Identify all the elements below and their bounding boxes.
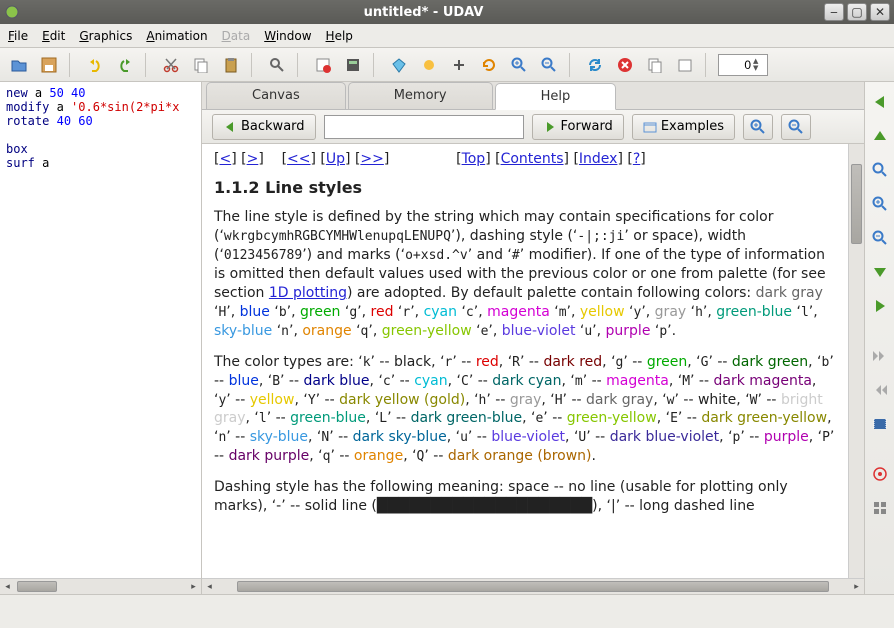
menu-animation[interactable]: Animation bbox=[146, 29, 207, 43]
grid-icon[interactable] bbox=[446, 52, 472, 78]
menu-file[interactable]: File bbox=[8, 29, 28, 43]
save-icon[interactable] bbox=[36, 52, 62, 78]
calc-icon[interactable] bbox=[340, 52, 366, 78]
arrow-down-green-icon[interactable] bbox=[868, 260, 892, 284]
close-button[interactable]: ✕ bbox=[870, 3, 890, 21]
frame-spinbox[interactable]: ▲▼ bbox=[718, 54, 768, 76]
app-icon bbox=[4, 4, 20, 20]
rotate-icon[interactable] bbox=[476, 52, 502, 78]
skip-backward-icon[interactable] bbox=[868, 378, 892, 402]
export-icon[interactable] bbox=[672, 52, 698, 78]
zoom-out-icon[interactable] bbox=[536, 52, 562, 78]
statusbar bbox=[0, 594, 894, 626]
film-icon[interactable] bbox=[868, 412, 892, 436]
copy-plot-icon[interactable] bbox=[642, 52, 668, 78]
help-nav-links: [<] [>] [<<] [Up] [>>] [Top] [Contents] … bbox=[214, 150, 836, 169]
help-toolbar: Backward Forward Examples bbox=[202, 110, 864, 144]
forward-button[interactable]: Forward bbox=[532, 114, 624, 140]
help-vscrollbar[interactable] bbox=[848, 144, 864, 578]
arrow-left-icon bbox=[223, 120, 237, 134]
diamond-icon[interactable] bbox=[386, 52, 412, 78]
nav-prev[interactable]: < bbox=[219, 151, 231, 167]
zoom-out-help-button[interactable] bbox=[781, 114, 811, 140]
find-icon[interactable] bbox=[264, 52, 290, 78]
layout-icon[interactable] bbox=[868, 496, 892, 520]
window-title: untitled* - UDAV bbox=[26, 5, 821, 20]
nav-first[interactable]: << bbox=[287, 151, 310, 167]
arrow-up-green-icon[interactable] bbox=[868, 124, 892, 148]
main-toolbar: ▲▼ bbox=[0, 48, 894, 82]
nav-index[interactable]: Index bbox=[579, 151, 618, 167]
nav-top[interactable]: Top bbox=[462, 151, 486, 167]
nav-help[interactable]: ? bbox=[633, 151, 640, 167]
help-viewer: [<] [>] [<<] [Up] [>>] [Top] [Contents] … bbox=[202, 144, 848, 578]
plot-side-toolbar bbox=[864, 82, 894, 594]
zoom-out-icon bbox=[788, 119, 804, 135]
zoom-out-side-icon[interactable] bbox=[868, 226, 892, 250]
zoom-in-icon bbox=[750, 119, 766, 135]
paste-icon[interactable] bbox=[218, 52, 244, 78]
menu-help[interactable]: Help bbox=[326, 29, 353, 43]
menu-data: Data bbox=[222, 29, 251, 43]
arrow-right-green-icon[interactable] bbox=[868, 294, 892, 318]
doc-para-1: The line style is defined by the string … bbox=[214, 208, 836, 340]
open-icon[interactable] bbox=[6, 52, 32, 78]
zoom-in-help-button[interactable] bbox=[743, 114, 773, 140]
menu-edit[interactable]: Edit bbox=[42, 29, 65, 43]
doc-para-2: The color types are: ‘k’ -- black, ‘r’ -… bbox=[214, 353, 836, 466]
tab-canvas[interactable]: Canvas bbox=[206, 82, 346, 109]
minimize-button[interactable]: ‒ bbox=[824, 3, 844, 21]
nav-up[interactable]: Up bbox=[326, 151, 345, 167]
nav-last[interactable]: >> bbox=[360, 151, 383, 167]
menu-graphics[interactable]: Graphics bbox=[79, 29, 132, 43]
doc-heading: 1.1.2 Line styles bbox=[214, 177, 836, 199]
copy-icon[interactable] bbox=[188, 52, 214, 78]
maximize-button[interactable]: ▢ bbox=[847, 3, 867, 21]
redo-icon[interactable] bbox=[112, 52, 138, 78]
nav-contents[interactable]: Contents bbox=[501, 151, 564, 167]
frame-input[interactable] bbox=[721, 58, 751, 72]
sun-icon[interactable] bbox=[416, 52, 442, 78]
tab-bar: Canvas Memory Help bbox=[202, 82, 864, 110]
zoom-in-icon[interactable] bbox=[506, 52, 532, 78]
zoom-in-side-icon[interactable] bbox=[868, 192, 892, 216]
arrow-right-icon bbox=[543, 120, 557, 134]
tab-help[interactable]: Help bbox=[495, 83, 617, 110]
arrow-left-green-icon[interactable] bbox=[868, 90, 892, 114]
menubar: File Edit Graphics Animation Data Window… bbox=[0, 24, 894, 48]
help-search-input[interactable] bbox=[324, 115, 524, 139]
examples-button[interactable]: Examples bbox=[632, 114, 735, 140]
nav-next[interactable]: > bbox=[247, 151, 259, 167]
code-editor[interactable]: new a 50 40modify a '0.6*sin(2*pi*xrotat… bbox=[0, 82, 202, 594]
backward-button[interactable]: Backward bbox=[212, 114, 316, 140]
cut-icon[interactable] bbox=[158, 52, 184, 78]
undo-icon[interactable] bbox=[82, 52, 108, 78]
menu-window[interactable]: Window bbox=[264, 29, 311, 43]
examples-icon bbox=[643, 120, 657, 134]
insert-icon[interactable] bbox=[310, 52, 336, 78]
target-icon[interactable] bbox=[868, 462, 892, 486]
refresh-icon[interactable] bbox=[582, 52, 608, 78]
zoom-reset-icon[interactable] bbox=[868, 158, 892, 182]
skip-forward-icon[interactable] bbox=[868, 344, 892, 368]
code-hscrollbar[interactable]: ◂ ▸ bbox=[0, 578, 201, 594]
doc-para-3: Dashing style has the following meaning:… bbox=[214, 478, 836, 516]
tab-memory[interactable]: Memory bbox=[348, 82, 493, 109]
stop-icon[interactable] bbox=[612, 52, 638, 78]
titlebar: untitled* - UDAV ‒ ▢ ✕ bbox=[0, 0, 894, 24]
help-hscrollbar[interactable]: ◂ ▸ bbox=[202, 578, 864, 594]
